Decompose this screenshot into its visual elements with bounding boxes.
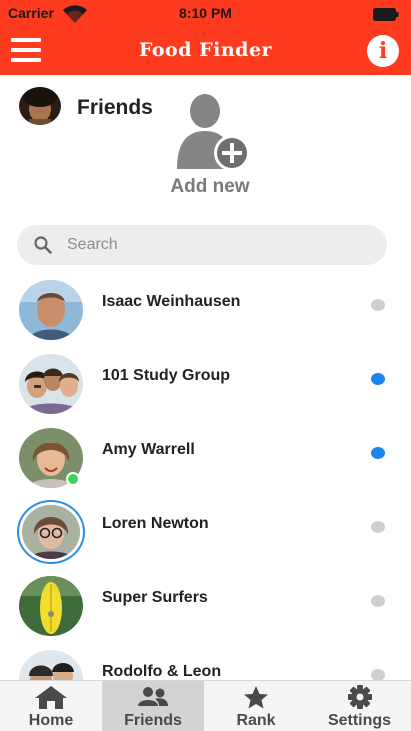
friend-name: 101 Study Group [102, 367, 231, 384]
user-avatar[interactable] [19, 87, 61, 125]
selection-indicator[interactable] [371, 669, 385, 680]
friend-avatar [19, 280, 83, 340]
info-icon: i [378, 38, 388, 64]
tab-bar: Home Friends Rank Settings [0, 680, 411, 731]
selection-indicator[interactable] [371, 447, 385, 459]
friends-icon [138, 687, 168, 706]
app-header: Carrier 8:10 PM Food Finder i [0, 0, 411, 75]
search-input[interactable] [67, 225, 367, 265]
group-avatar [19, 650, 83, 680]
group-avatar [19, 576, 83, 636]
friend-name: Amy Warrell [102, 441, 195, 458]
selection-indicator[interactable] [371, 595, 385, 607]
battery-icon [373, 8, 399, 21]
friend-row-loren-newton[interactable]: Loren Newton [0, 494, 411, 568]
tab-friends[interactable]: Friends [102, 681, 204, 731]
tab-rank[interactable]: Rank [204, 681, 308, 731]
friend-name: Super Surfers [102, 589, 208, 606]
add-person-icon [177, 94, 250, 171]
tab-home[interactable]: Home [0, 681, 102, 731]
tab-label: Settings [327, 712, 392, 729]
selection-indicator[interactable] [371, 299, 385, 311]
friend-row-super-surfers[interactable]: Super Surfers [0, 568, 411, 642]
selection-indicator[interactable] [371, 521, 385, 533]
tab-settings[interactable]: Settings [308, 681, 411, 731]
online-status-indicator [66, 472, 80, 486]
friend-avatar [22, 505, 80, 559]
friend-row-101-study-group[interactable]: 101 Study Group [0, 346, 411, 420]
app-title: Food Finder [138, 39, 273, 61]
friend-row-rodolfo-leon[interactable]: Rodolfo & Leon [0, 642, 411, 680]
friend-row-isaac-weinhausen[interactable]: Isaac Weinhausen [0, 272, 411, 346]
search-bar[interactable] [17, 225, 387, 265]
friend-row-amy-warrell[interactable]: Amy Warrell [0, 420, 411, 494]
friend-name: Loren Newton [102, 515, 209, 532]
home-icon [35, 686, 67, 709]
gear-icon [347, 685, 372, 709]
star-icon [244, 686, 268, 709]
tab-label: Home [28, 712, 74, 729]
tab-label: Rank [236, 712, 276, 729]
add-new-label: Add new [170, 176, 250, 197]
friend-name: Rodolfo & Leon [102, 663, 222, 680]
group-avatar [19, 354, 83, 414]
search-icon [34, 236, 52, 254]
status-bar: Carrier 8:10 PM [0, 0, 411, 26]
friends-list: Isaac Weinhausen 101 Study Group Amy War… [0, 272, 411, 680]
page-title: Friends [77, 96, 153, 119]
friend-name: Isaac Weinhausen [102, 293, 241, 310]
add-new-friend-button[interactable]: Add new [160, 93, 260, 203]
tab-label: Friends [124, 712, 182, 729]
status-time: 8:10 PM [179, 5, 232, 21]
user-avatar-image [19, 87, 61, 125]
info-button[interactable]: i [367, 35, 399, 67]
selection-indicator[interactable] [371, 373, 385, 385]
